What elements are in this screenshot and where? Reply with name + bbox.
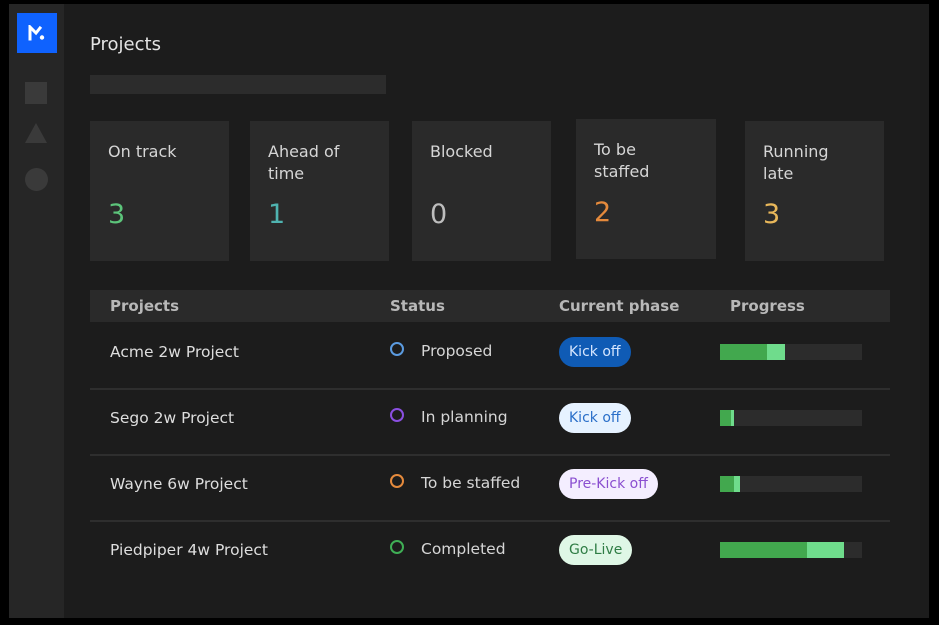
progress-bar — [720, 344, 862, 360]
progress-fill-done — [720, 476, 735, 492]
status-cell: Completed — [390, 540, 506, 558]
column-header-projects[interactable]: Projects — [110, 297, 179, 315]
status-ring-icon — [390, 540, 404, 554]
card-value: 3 — [763, 199, 781, 230]
card-label: Running late — [763, 142, 829, 183]
status-ring-icon — [390, 408, 404, 422]
table-header: Projects Status Current phase Progress — [90, 290, 890, 322]
card-label: On track — [108, 142, 177, 161]
sidebar — [9, 4, 64, 618]
summary-card-to-be-staffed[interactable]: To be staffed 2 — [576, 119, 716, 259]
table-row[interactable]: Wayne 6w Project To be staffed Pre-Kick of… — [90, 454, 890, 522]
status-cell: In planning — [390, 408, 508, 426]
square-icon[interactable] — [25, 82, 47, 104]
project-name[interactable]: Piedpiper 4w Project — [110, 541, 268, 559]
table-row[interactable]: Piedpiper 4w Project Completed Go-Live — [90, 520, 890, 586]
brand-logo-icon[interactable] — [17, 13, 57, 53]
phase-badge[interactable]: Kick off — [559, 403, 631, 433]
table-row[interactable]: Sego 2w Project In planning Kick off — [90, 388, 890, 456]
project-name[interactable]: Wayne 6w Project — [110, 475, 248, 493]
table-row[interactable]: Acme 2w Project Proposed Kick off — [90, 322, 890, 390]
progress-bar — [720, 476, 862, 492]
progress-fill-done — [720, 344, 767, 360]
card-value: 2 — [594, 197, 612, 228]
summary-card-running-late[interactable]: Running late 3 — [745, 121, 884, 261]
status-text: In planning — [421, 408, 508, 426]
status-text: Proposed — [421, 342, 493, 360]
column-header-status[interactable]: Status — [390, 297, 445, 315]
card-label: Blocked — [430, 142, 493, 161]
progress-fill-done — [720, 410, 732, 426]
card-value: 0 — [430, 199, 448, 230]
column-header-progress[interactable]: Progress — [730, 297, 805, 315]
column-header-current-phase[interactable]: Current phase — [559, 297, 679, 315]
card-label: To be staffed — [594, 140, 650, 181]
status-ring-icon — [390, 474, 404, 488]
app-window: Projects On track 3 Ahead of time 1 Bloc… — [9, 4, 929, 618]
status-cell: To be staffed — [390, 474, 520, 492]
progress-bar — [720, 410, 862, 426]
triangle-icon[interactable] — [25, 123, 47, 143]
summary-card-ahead-of-time[interactable]: Ahead of time 1 — [250, 121, 389, 261]
circle-icon[interactable] — [25, 168, 48, 191]
progress-fill-done — [720, 542, 807, 558]
card-value: 3 — [108, 199, 126, 230]
card-value: 1 — [268, 199, 286, 230]
progress-bar — [720, 542, 862, 558]
status-text: To be staffed — [421, 474, 521, 492]
project-name[interactable]: Sego 2w Project — [110, 409, 234, 427]
summary-card-blocked[interactable]: Blocked 0 — [412, 121, 551, 261]
project-name[interactable]: Acme 2w Project — [110, 343, 239, 361]
phase-badge[interactable]: Kick off — [559, 337, 631, 367]
phase-badge[interactable]: Pre-Kick off — [559, 469, 658, 499]
status-text: Completed — [421, 540, 506, 558]
search-bar-placeholder[interactable] — [90, 75, 386, 94]
phase-badge[interactable]: Go-Live — [559, 535, 633, 565]
summary-card-on-track[interactable]: On track 3 — [90, 121, 229, 261]
card-label: Ahead of time — [268, 142, 340, 183]
page-title: Projects — [90, 34, 161, 55]
status-cell: Proposed — [390, 342, 492, 360]
status-ring-icon — [390, 342, 404, 356]
